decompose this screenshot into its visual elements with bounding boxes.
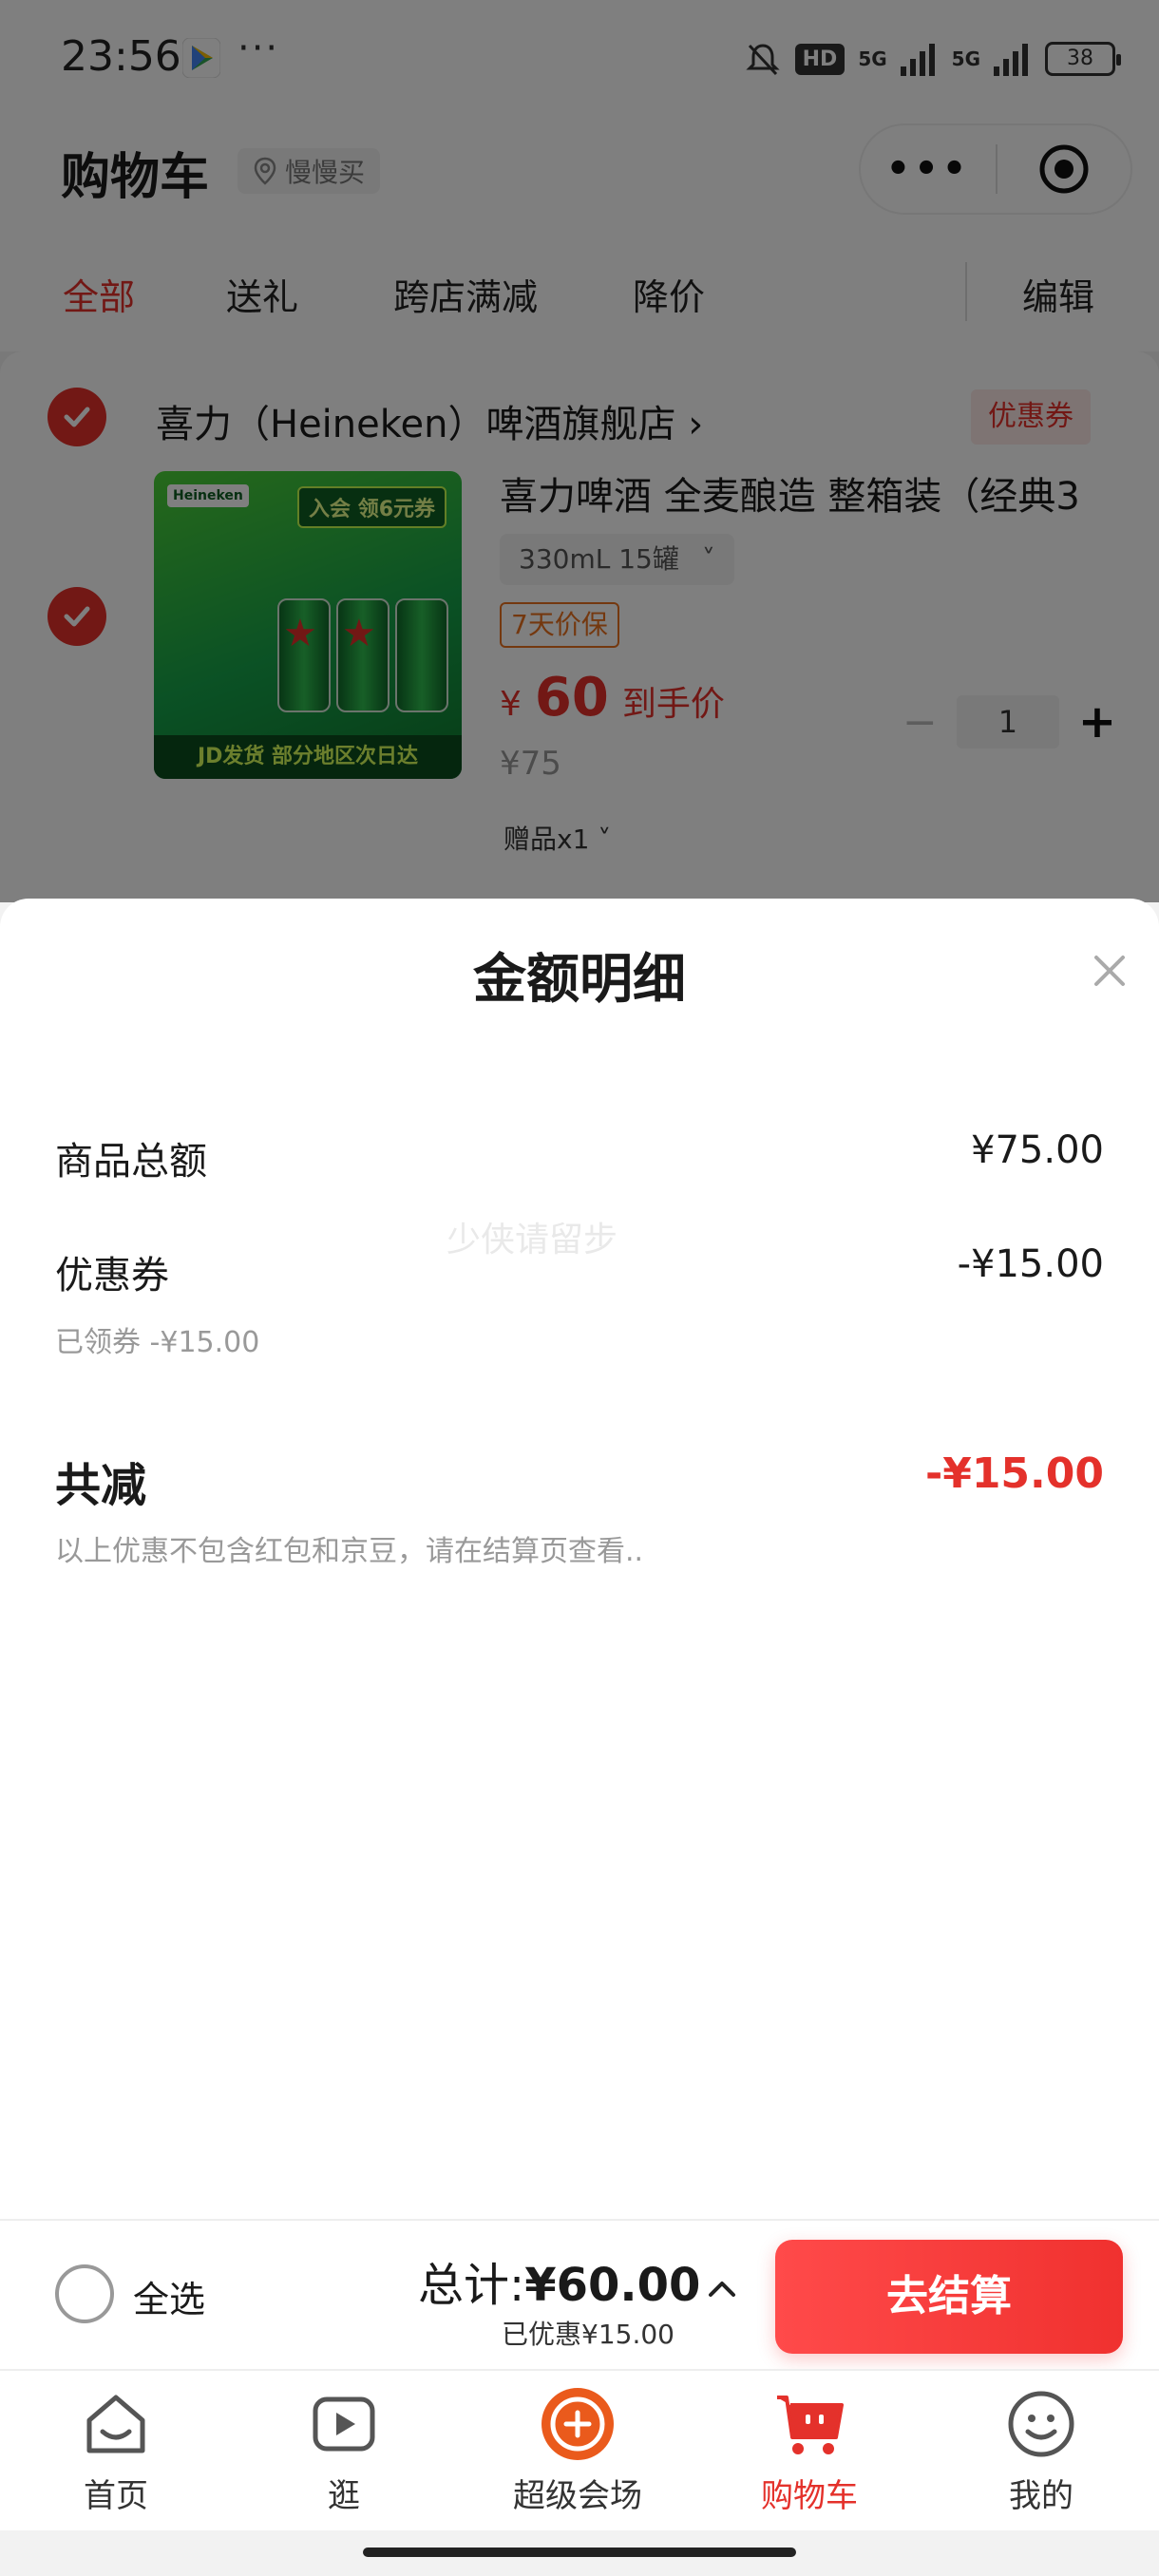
close-icon[interactable] (1091, 952, 1129, 990)
bottom-tab-bar: 首页 逛 超级会场 购物车 我的 (0, 2369, 1159, 2530)
sheet-title: 金额明细 (473, 949, 686, 1011)
cart-icon (771, 2386, 847, 2462)
tab-home[interactable]: 首页 (21, 2386, 211, 2516)
tab-cart-label: 购物车 (761, 2477, 858, 2515)
smiley-icon (1003, 2386, 1079, 2462)
tab-super-venue-label: 超级会场 (513, 2477, 642, 2515)
goods-total-label: 商品总额 (55, 1140, 207, 1184)
tab-super-venue[interactable]: 超级会场 (483, 2386, 673, 2516)
coupon-claimed: 已领券 -¥15.00 (55, 1326, 260, 1359)
tab-cart[interactable]: 购物车 (714, 2386, 904, 2516)
select-all-radio[interactable] (55, 2264, 114, 2323)
amount-detail-sheet: 金额明细 商品总额 ¥75.00 少侠请留步 优惠券 -¥15.00 已领券 -… (0, 899, 1159, 2219)
tab-home-label: 首页 (84, 2477, 148, 2515)
total-amount: ¥60.00 (524, 2259, 701, 2312)
tab-browse[interactable]: 逛 (249, 2386, 439, 2516)
coupon-value: -¥15.00 (957, 1242, 1104, 1286)
checkout-bar: 全选 总计:¥60.00 已优惠¥15.00 去结算 (0, 2219, 1159, 2369)
super-venue-icon (540, 2386, 616, 2462)
tab-mine-label: 我的 (1009, 2477, 1074, 2515)
modal-overlay[interactable] (0, 0, 1159, 902)
discount-note: 以上优惠不包含红包和京豆，请在结算页查看.. (55, 1535, 644, 1568)
saved-amount: 已优惠¥15.00 (502, 2319, 674, 2350)
tab-browse-label: 逛 (328, 2477, 360, 2515)
total-prefix: 总计: (418, 2259, 525, 2312)
total-discount-value: -¥15.00 (924, 1449, 1104, 1498)
total-discount-label: 共减 (55, 1459, 147, 1512)
home-indicator[interactable] (363, 2548, 796, 2557)
coupon-label: 优惠券 (55, 1254, 169, 1297)
checkout-button[interactable]: 去结算 (775, 2240, 1123, 2354)
select-all-label[interactable]: 全选 (133, 2270, 205, 2322)
home-icon (78, 2386, 154, 2462)
tab-mine[interactable]: 我的 (946, 2386, 1136, 2516)
goods-total-value: ¥75.00 (971, 1128, 1104, 1172)
video-icon (306, 2386, 382, 2462)
chevron-up-icon[interactable] (705, 2272, 739, 2306)
watermark-text: 少侠请留步 (446, 1221, 618, 1260)
total-price: 总计:¥60.00 (418, 2247, 700, 2314)
